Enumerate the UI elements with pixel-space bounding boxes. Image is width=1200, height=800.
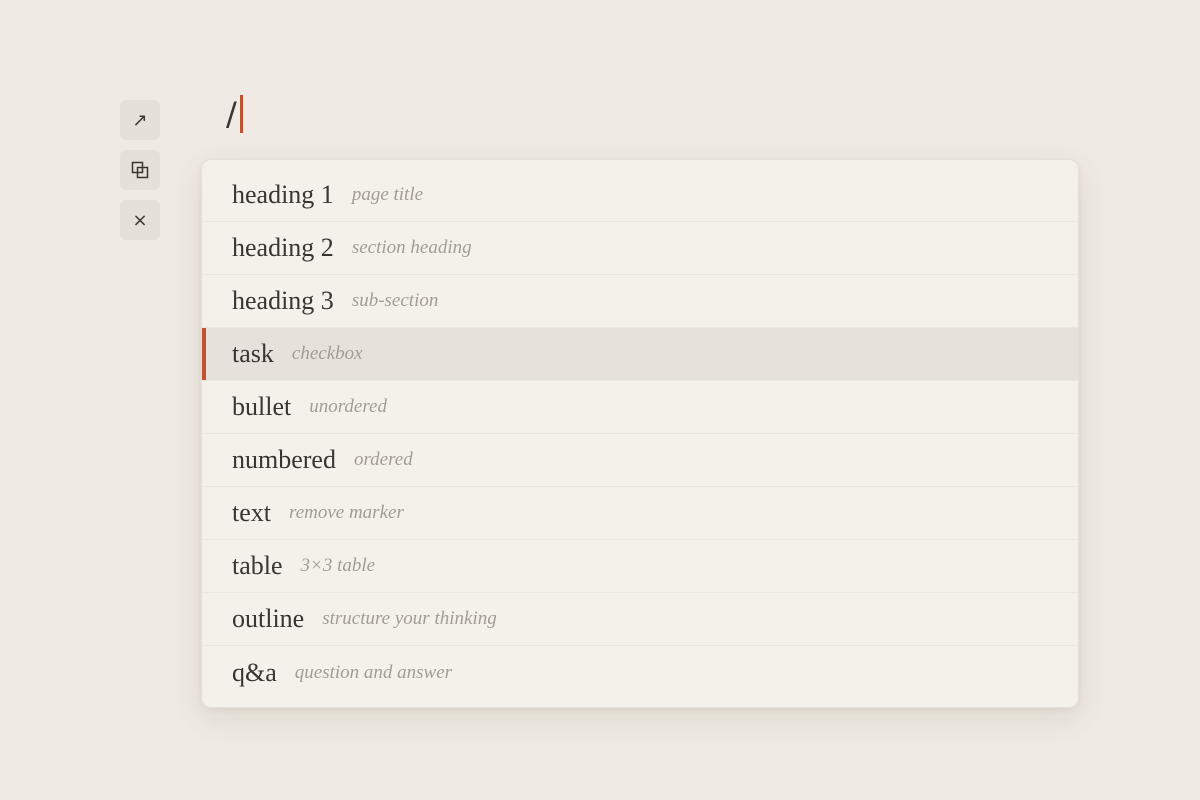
menu-item-description: sub-section [351,290,439,311]
editor-line[interactable]: / [226,94,243,134]
menu-item-table[interactable]: table 3×3 table [202,540,1078,593]
menu-item-description: question and answer [294,661,453,683]
menu-item-outline[interactable]: outline structure your thinking [202,593,1078,646]
menu-item-task[interactable]: task checkbox [202,328,1078,381]
menu-item-label: table [232,551,283,580]
menu-item-label: bullet [232,392,292,421]
open-external-button[interactable]: ↗ [120,100,160,140]
menu-item-qa[interactable]: q&a question and answer [202,646,1078,699]
menu-item-description: ordered [353,449,413,470]
menu-item-bullet[interactable]: bullet unordered [202,381,1078,434]
side-toolbar: ↗ × [120,100,160,250]
page: ↗ × / heading 1 page title heading 2 sec… [0,0,1200,800]
menu-item-description: page title [351,184,424,205]
menu-item-numbered[interactable]: numbered ordered [202,434,1078,487]
menu-item-label: text [232,498,271,527]
menu-item-heading-2[interactable]: heading 2 section heading [202,222,1078,275]
menu-item-description: section heading [351,237,472,258]
close-button[interactable]: × [120,200,160,240]
menu-item-heading-3[interactable]: heading 3 sub-section [202,275,1078,328]
copy-icon [131,161,149,179]
slash-command-text: / [226,95,237,133]
menu-item-description: checkbox [291,343,363,364]
menu-item-label: numbered [232,445,336,474]
menu-item-description: unordered [309,396,387,417]
menu-item-label: heading 2 [232,233,334,262]
close-icon: × [132,209,148,231]
menu-item-label: task [232,339,274,368]
arrow-up-right-icon: ↗ [132,109,148,131]
menu-item-label: heading 3 [232,286,334,315]
text-caret [239,95,243,133]
menu-item-label: outline [232,604,305,633]
menu-item-description: remove marker [289,502,404,523]
menu-item-description: 3×3 table [300,555,376,576]
menu-item-description: structure your thinking [322,608,497,629]
duplicate-button[interactable] [120,150,160,190]
menu-item-heading-1[interactable]: heading 1 page title [202,169,1078,222]
slash-command-menu: heading 1 page title heading 2 section h… [201,159,1079,708]
menu-item-label: q&a [232,657,277,687]
menu-item-label: heading 1 [232,180,334,209]
menu-item-text[interactable]: text remove marker [202,487,1078,540]
